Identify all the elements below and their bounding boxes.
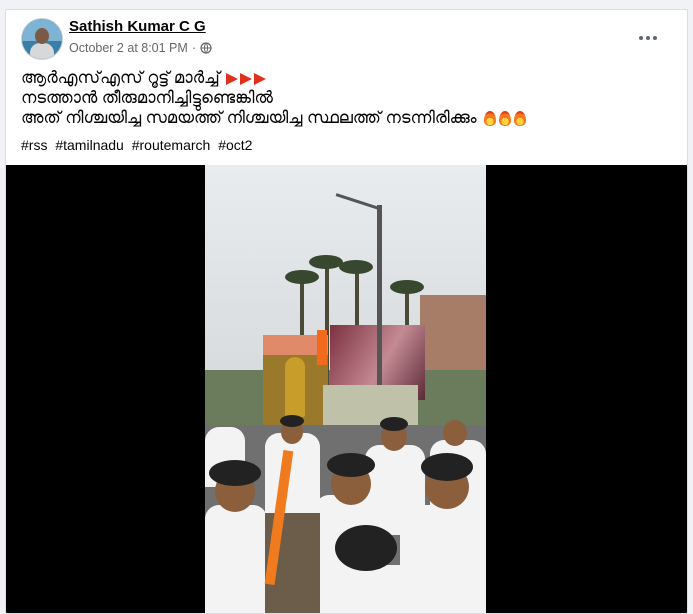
message-line-3: അത് നിശ്ചയിച്ച സമയത്ത് നിശ്ചയിച്ച സ്ഥലത്…	[21, 108, 671, 128]
hashtag-list: #rss #tamilnadu #routemarch #oct2	[21, 137, 256, 153]
hashtag-link[interactable]: #oct2	[218, 137, 252, 153]
video-frame	[205, 165, 486, 613]
post-timestamp-link[interactable]: October 2 at 8:01 PM	[69, 41, 188, 55]
red-triangle-icon	[224, 69, 267, 87]
hashtag-link[interactable]: #routemarch	[132, 137, 211, 153]
post-header: Sathish Kumar C G October 2 at 8:01 PM ·	[6, 10, 687, 66]
facebook-post: Sathish Kumar C G October 2 at 8:01 PM ·…	[5, 9, 688, 614]
globe-icon[interactable]	[200, 42, 212, 54]
hashtag-link[interactable]: #tamilnadu	[55, 137, 124, 153]
author-avatar[interactable]	[21, 18, 63, 60]
more-options-icon[interactable]	[634, 28, 662, 48]
message-line-2: നടത്താൻ തീരുമാനിച്ചിട്ടുണ്ടെങ്കിൽ	[21, 89, 273, 107]
message-line-1: ആർഎസ്എസ് റൂട്ട് മാർച്ച്	[21, 68, 671, 88]
hashtag-link[interactable]: #rss	[21, 137, 47, 153]
fire-icon	[481, 109, 527, 127]
author-name-link[interactable]: Sathish Kumar C G	[69, 18, 206, 35]
meta-separator: ·	[191, 41, 196, 55]
post-meta: October 2 at 8:01 PM ·	[69, 41, 212, 55]
video-player[interactable]	[6, 165, 687, 613]
post-message: ആർഎസ്എസ് റൂട്ട് മാർച്ച് നടത്താൻ തീരുമാനി…	[21, 68, 671, 128]
